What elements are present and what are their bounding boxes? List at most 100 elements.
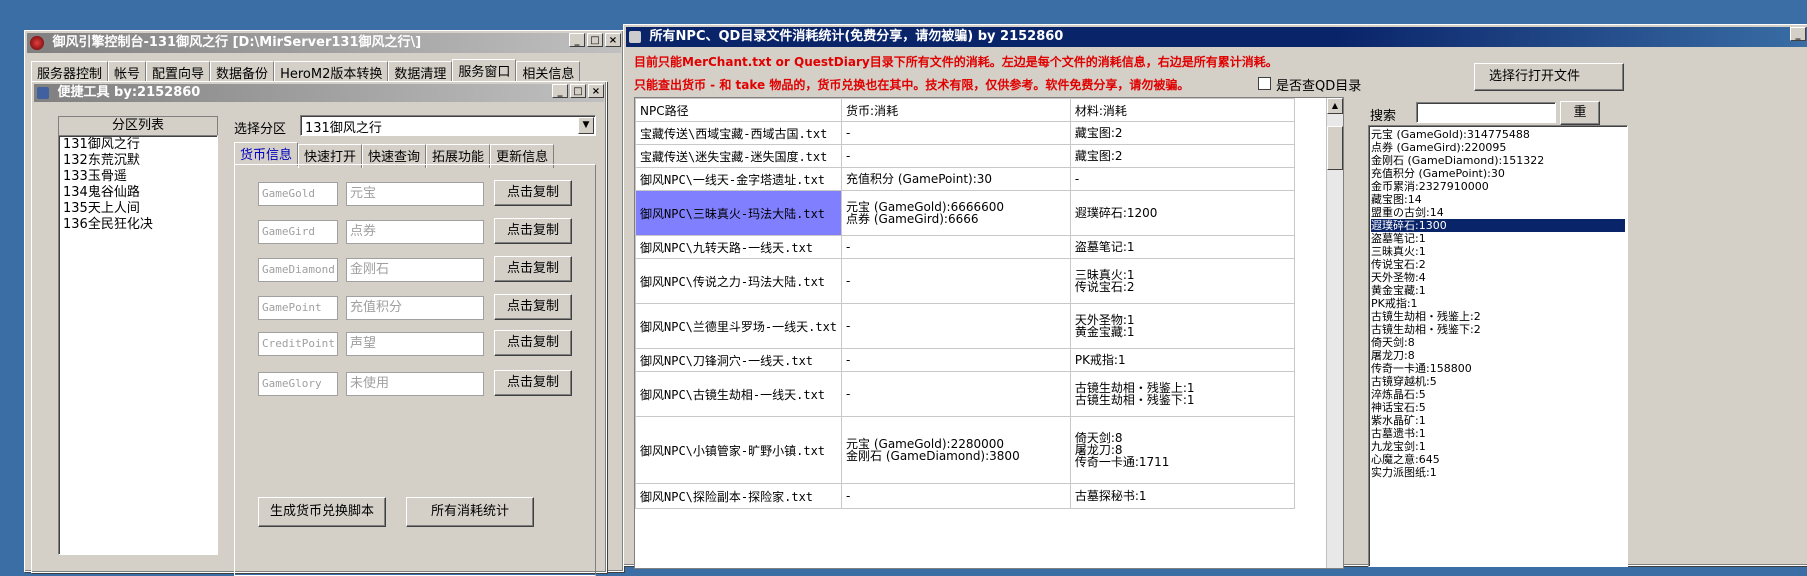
copy-button[interactable]: 点击复制: [494, 330, 572, 356]
table-row[interactable]: 御风NPC\刀锋洞穴-一线天.txt - PK戒指:1: [635, 348, 1296, 372]
copy-button[interactable]: 点击复制: [494, 294, 572, 320]
total-item[interactable]: 紫水晶矿:1: [1371, 414, 1625, 427]
copy-button[interactable]: 点击复制: [494, 180, 572, 206]
partition-item[interactable]: 136全民狂化决: [63, 217, 213, 233]
table-row[interactable]: 宝藏传送\迷失宝藏-迷失国度.txt - 藏宝图:2: [635, 144, 1296, 168]
currency-name-field[interactable]: 充值积分: [346, 296, 484, 320]
chevron-down-icon[interactable]: ▼: [578, 117, 594, 134]
minimize-icon[interactable]: _: [1790, 27, 1806, 41]
maximize-icon[interactable]: □: [570, 84, 586, 98]
qd-checkbox[interactable]: [1258, 77, 1271, 90]
stats-window: 所有NPC、QD目录文件消耗统计(免费分享，请勿被骗) by 2152860 _…: [623, 24, 1807, 569]
total-item[interactable]: 神话宝石:5: [1371, 401, 1625, 414]
tools-tab[interactable]: 货币信息: [234, 142, 299, 166]
total-item[interactable]: 传说宝石:2: [1371, 258, 1625, 271]
menu-tab[interactable]: 服务窗口: [452, 59, 517, 83]
npc-path-cell[interactable]: 御风NPC\刀锋洞穴-一线天.txt: [635, 348, 843, 372]
currency-code-field[interactable]: GamePoint: [258, 296, 338, 320]
currency-name-field[interactable]: 声望: [346, 332, 484, 356]
currency-cell: -: [841, 258, 1071, 304]
scroll-thumb[interactable]: [1327, 126, 1343, 170]
currency-name-field[interactable]: 元宝: [346, 182, 484, 206]
scroll-up-icon[interactable]: ▲: [1327, 98, 1343, 114]
partition-item[interactable]: 132东荒沉默: [63, 153, 213, 169]
total-item[interactable]: 盗墓笔记:1: [1371, 232, 1625, 245]
close-icon[interactable]: ×: [605, 33, 621, 47]
currency-name-field[interactable]: 点券: [346, 220, 484, 244]
partition-item[interactable]: 133玉骨遥: [63, 169, 213, 185]
total-item[interactable]: 充值积分 (GamePoint):30: [1371, 167, 1625, 180]
partition-item[interactable]: 134鬼谷仙路: [63, 185, 213, 201]
npc-path-cell[interactable]: 御风NPC\古镜生劫相-一线天.txt: [635, 371, 843, 417]
currency-code-field[interactable]: CreditPoint: [258, 332, 338, 356]
total-item[interactable]: 古镜穿越机:5: [1371, 375, 1625, 388]
close-icon[interactable]: ×: [588, 84, 604, 98]
total-item[interactable]: 古镜生劫相・残鉴下:2: [1371, 323, 1625, 336]
total-item[interactable]: 屠龙刀:8: [1371, 349, 1625, 362]
tools-titlebar[interactable]: 便捷工具 by:2152860: [34, 84, 604, 102]
currency-code-field[interactable]: GameGold: [258, 182, 338, 206]
table-row[interactable]: 御风NPC\一线天-金字塔遗址.txt 充值积分 (GamePoint):30 -: [635, 167, 1296, 191]
total-item[interactable]: 古墓遗书:1: [1371, 427, 1625, 440]
table-row[interactable]: 御风NPC\探险副本-探险家.txt - 古墓探秘书:1: [635, 483, 1296, 509]
npc-path-cell[interactable]: 御风NPC\传说之力-玛法大陆.txt: [635, 258, 843, 304]
npc-path-cell[interactable]: 御风NPC\三昧真火-玛法大陆.txt: [635, 190, 843, 236]
total-item[interactable]: 天外圣物:4: [1371, 271, 1625, 284]
currency-name-field[interactable]: 金刚石: [346, 258, 484, 282]
maximize-icon[interactable]: □: [587, 33, 603, 47]
search-button[interactable]: 重: [1560, 101, 1600, 125]
total-item[interactable]: 金币累消:2327910000: [1371, 180, 1625, 193]
total-item[interactable]: 盟重の古剑:14: [1371, 206, 1625, 219]
table-row[interactable]: 御风NPC\三昧真火-玛法大陆.txt 元宝 (GameGold):6666600…: [635, 190, 1296, 236]
table-row[interactable]: 御风NPC\兰德里斗罗场-一线天.txt - 天外圣物:1 黄金宝藏:1: [635, 303, 1296, 349]
npc-path-cell[interactable]: 宝藏传送\西域宝藏-西域古国.txt: [635, 121, 843, 145]
currency-name-field[interactable]: 未使用: [346, 372, 484, 396]
stats-titlebar[interactable]: 所有NPC、QD目录文件消耗统计(免费分享，请勿被骗) by 2152860: [626, 27, 1807, 47]
open-file-button[interactable]: 选择行打开文件: [1474, 63, 1624, 91]
currency-code-field[interactable]: GameGlory: [258, 372, 338, 396]
minimize-icon[interactable]: _: [569, 33, 585, 47]
table-row[interactable]: 御风NPC\九转天路-一线天.txt - 盗墓笔记:1: [635, 235, 1296, 259]
total-item[interactable]: 藏宝图:14: [1371, 193, 1625, 206]
total-item[interactable]: 三昧真火:1: [1371, 245, 1625, 258]
partition-item[interactable]: 131御风之行: [63, 137, 213, 153]
total-item[interactable]: 金刚石 (GameDiamond):151322: [1371, 154, 1625, 167]
all-stats-button[interactable]: 所有消耗统计: [406, 497, 534, 527]
total-item[interactable]: 九龙宝剑:1: [1371, 440, 1625, 453]
generate-script-button[interactable]: 生成货币兑换脚本: [258, 497, 386, 527]
table-row[interactable]: 御风NPC\传说之力-玛法大陆.txt - 三昧真火:1 传说宝石:2: [635, 258, 1296, 304]
table-scrollbar[interactable]: ▲: [1326, 98, 1343, 568]
npc-path-cell[interactable]: 御风NPC\九转天路-一线天.txt: [635, 235, 843, 259]
currency-code-field[interactable]: GameGird: [258, 220, 338, 244]
total-item[interactable]: 元宝 (GameGold):314775488: [1371, 128, 1625, 141]
table-row[interactable]: 御风NPC\小镇管家-旷野小镇.txt 元宝 (GameGold):2280000…: [635, 416, 1296, 484]
total-item[interactable]: 淬炼晶石:5: [1371, 388, 1625, 401]
npc-path-cell[interactable]: 御风NPC\一线天-金字塔遗址.txt: [635, 167, 843, 191]
npc-path-cell[interactable]: 御风NPC\探险副本-探险家.txt: [635, 483, 843, 509]
search-input[interactable]: [1416, 102, 1556, 123]
partition-select[interactable]: 131御风之行 ▼: [300, 115, 596, 136]
total-item[interactable]: 古镜生劫相・残鉴上:2: [1371, 310, 1625, 323]
npc-path-cell[interactable]: 御风NPC\小镇管家-旷野小镇.txt: [635, 416, 843, 484]
npc-path-cell[interactable]: 御风NPC\兰德里斗罗场-一线天.txt: [635, 303, 843, 349]
total-item[interactable]: 遐璞碎石:1300: [1371, 219, 1625, 232]
partition-item[interactable]: 135天上人间: [63, 201, 213, 217]
total-item[interactable]: 点券 (GameGird):220095: [1371, 141, 1625, 154]
copy-button[interactable]: 点击复制: [494, 256, 572, 282]
total-item[interactable]: PK戒指:1: [1371, 297, 1625, 310]
table-row[interactable]: 御风NPC\古镜生劫相-一线天.txt - 古镜生劫相・残鉴上:1 古镜生劫相・残鉴下…: [635, 371, 1296, 417]
copy-button[interactable]: 点击复制: [494, 218, 572, 244]
copy-button[interactable]: 点击复制: [494, 370, 572, 396]
engine-console-titlebar[interactable]: 御风引擎控制台-131御风之行 [D:\MirServer131御风之行\]: [27, 33, 621, 53]
table-row[interactable]: 宝藏传送\西域宝藏-西域古国.txt - 藏宝图:2: [635, 121, 1296, 145]
minimize-icon[interactable]: _: [552, 84, 568, 98]
total-item[interactable]: 倚天剑:8: [1371, 336, 1625, 349]
npc-path-cell[interactable]: 宝藏传送\迷失宝藏-迷失国度.txt: [635, 144, 843, 168]
partition-list[interactable]: 131御风之行 132东荒沉默 133玉骨遥 134鬼谷仙路 135天上人间 136全民狂…: [58, 135, 218, 555]
total-item[interactable]: 实力派图纸:1: [1371, 466, 1625, 479]
currency-code-field[interactable]: GameDiamond: [258, 258, 338, 282]
total-item[interactable]: 传奇一卡通:158800: [1371, 362, 1625, 375]
total-item[interactable]: 黄金宝藏:1: [1371, 284, 1625, 297]
total-item[interactable]: 心魔之意:645: [1371, 453, 1625, 466]
totals-list[interactable]: 元宝 (GameGold):314775488 点券 (GameGird):220…: [1368, 125, 1628, 567]
